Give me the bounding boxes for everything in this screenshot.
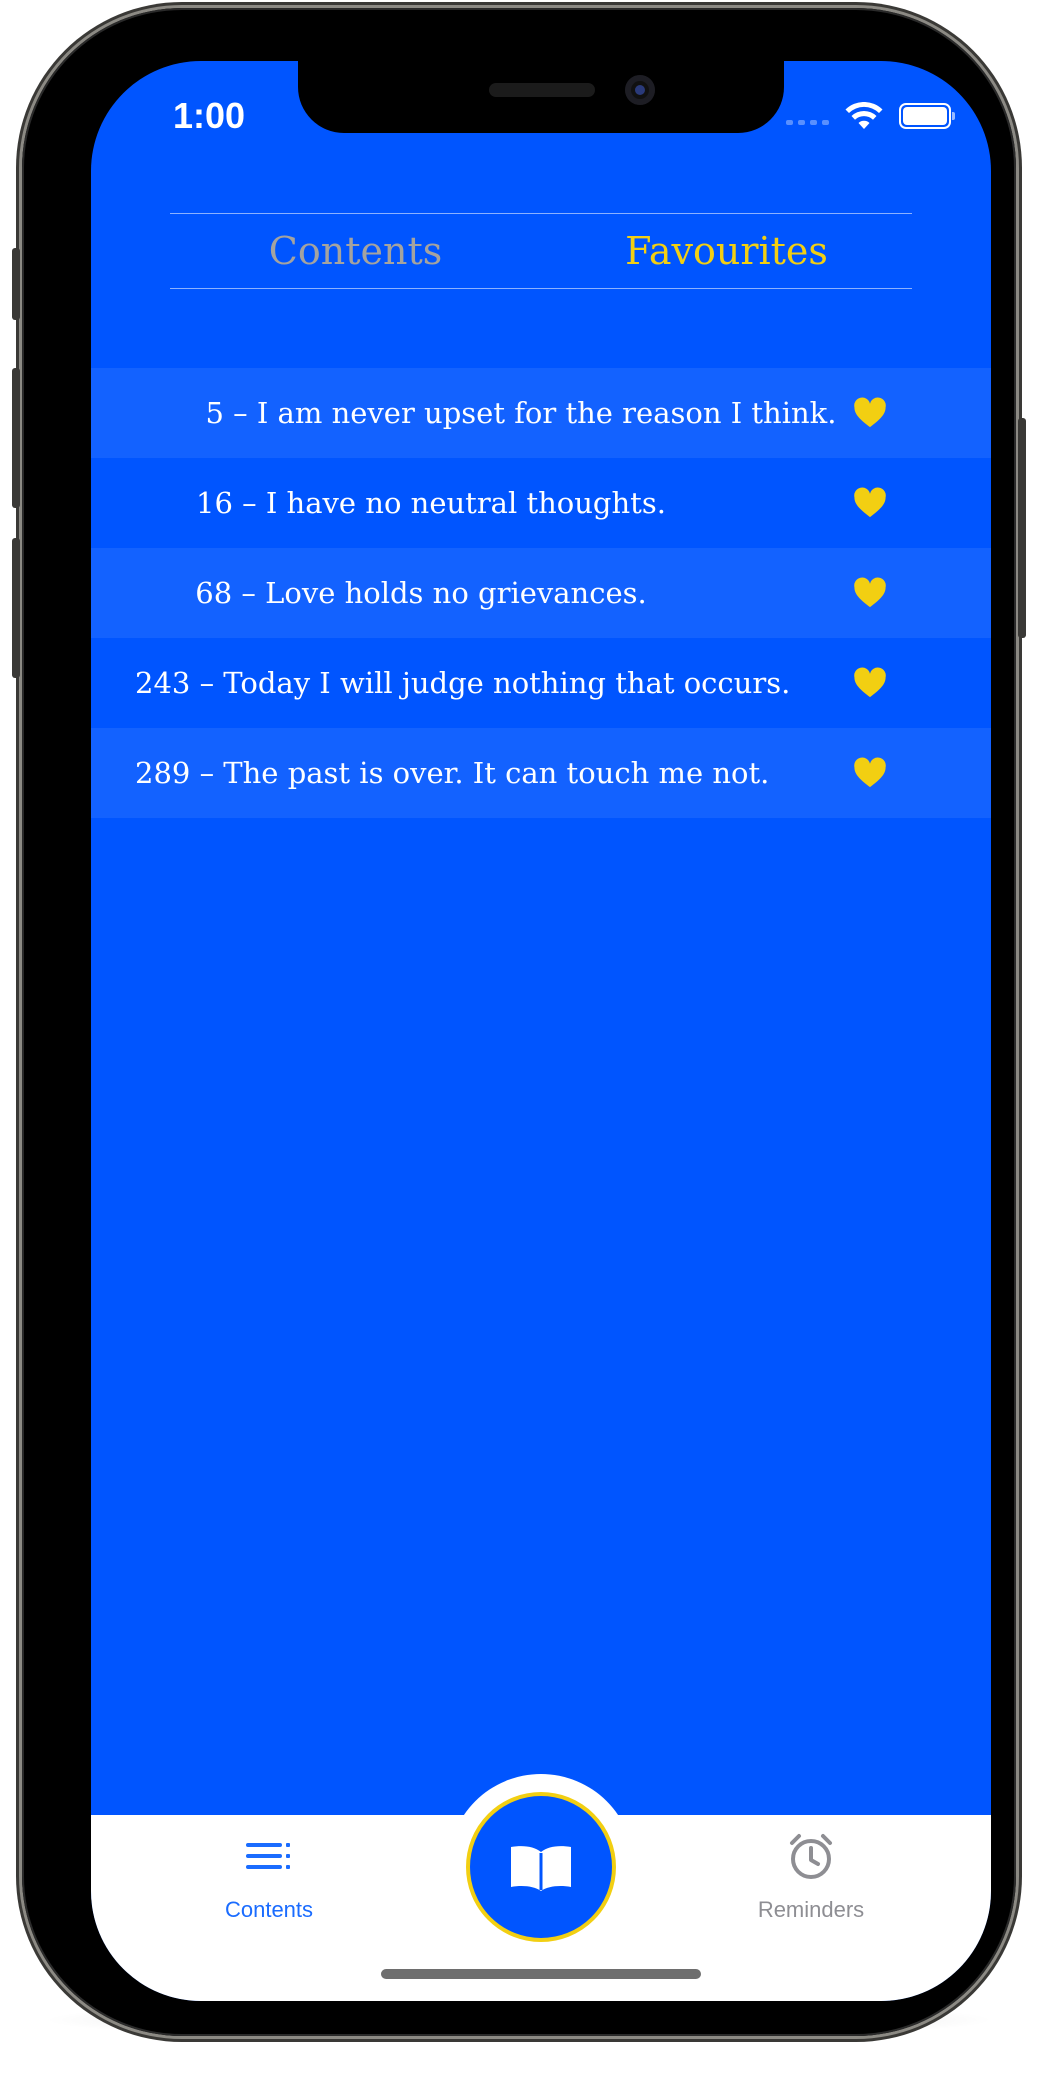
battery-icon: [899, 103, 955, 129]
volume-down-button: [12, 538, 20, 678]
open-book-icon: [511, 1846, 571, 1891]
list-item[interactable]: 5 – I am never upset for the reason I th…: [91, 368, 991, 458]
heart-icon[interactable]: [853, 576, 887, 610]
list-item[interactable]: 243 – Today I will judge nothing that oc…: [91, 638, 991, 728]
lesson-title: 68 – Love holds no grievances.: [195, 576, 647, 610]
tab-bar-reminders[interactable]: Reminders: [711, 1829, 911, 1923]
lesson-title: 289 – The past is over. It can touch me …: [135, 756, 770, 790]
lesson-title: 16 – I have no neutral thoughts.: [196, 486, 666, 520]
alarm-clock-icon: [790, 1834, 832, 1879]
tab-bar-contents[interactable]: Contents: [169, 1829, 369, 1923]
volume-up-button: [12, 368, 20, 508]
heart-icon[interactable]: [853, 666, 887, 700]
heart-icon[interactable]: [853, 756, 887, 790]
lesson-title: 5 – I am never upset for the reason I th…: [205, 396, 837, 430]
list-item[interactable]: 289 – The past is over. It can touch me …: [91, 728, 991, 818]
status-indicators: [786, 101, 955, 131]
list-item[interactable]: 16 – I have no neutral thoughts.: [91, 458, 991, 548]
tab-bar-reminders-label: Reminders: [757, 1897, 865, 1922]
heart-icon[interactable]: [853, 486, 887, 520]
list-icon: [246, 1843, 290, 1869]
cellular-signal-icon: [786, 119, 829, 125]
read-lesson-button[interactable]: [466, 1792, 616, 1942]
power-button: [1018, 418, 1026, 638]
favourites-list: 5 – I am never upset for the reason I th…: [91, 368, 991, 818]
silent-switch: [12, 248, 20, 320]
segmented-control: Contents Favourites: [170, 213, 912, 289]
home-indicator: [381, 1969, 701, 1979]
status-time: 1:00: [173, 95, 246, 136]
lesson-title: 243 – Today I will judge nothing that oc…: [135, 666, 791, 700]
phone-frame: 1:00 Contents Favourites 5 – I am never …: [12, 8, 1026, 2036]
app-screen: 1:00 Contents Favourites 5 – I am never …: [91, 61, 991, 2001]
tab-contents[interactable]: Contents: [170, 214, 541, 288]
heart-icon[interactable]: [853, 396, 887, 430]
wifi-icon: [845, 102, 883, 129]
tab-favourites[interactable]: Favourites: [541, 214, 912, 288]
tab-bar-contents-label: Contents: [224, 1897, 314, 1922]
notch: [298, 61, 784, 133]
list-item[interactable]: 68 – Love holds no grievances.: [91, 548, 991, 638]
speaker-grille: [489, 83, 595, 97]
front-camera: [625, 75, 655, 105]
